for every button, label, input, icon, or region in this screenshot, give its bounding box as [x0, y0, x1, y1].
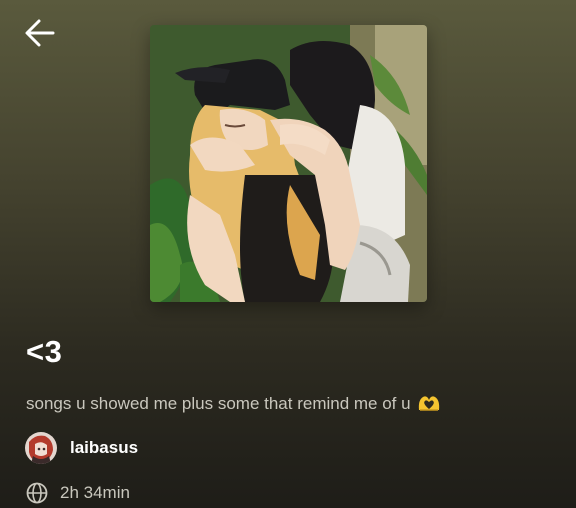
heart-hands-icon [418, 396, 439, 411]
playlist-cover [150, 25, 427, 302]
back-button[interactable] [20, 14, 60, 52]
playlist-description-text: songs u showed me plus some that remind … [26, 394, 411, 413]
playlist-duration: 2h 34min [60, 483, 130, 502]
playlist-title: <3 [26, 334, 63, 369]
owner-name[interactable]: laibasus [70, 438, 138, 458]
playlist-owner[interactable]: laibasus [25, 432, 138, 464]
arrow-left-icon [25, 19, 55, 47]
user-avatar[interactable] [25, 432, 57, 464]
playlist-description: songs u showed me plus some that remind … [26, 393, 441, 415]
globe-icon [26, 482, 48, 504]
playlist-meta: 2h 34min [26, 482, 130, 504]
